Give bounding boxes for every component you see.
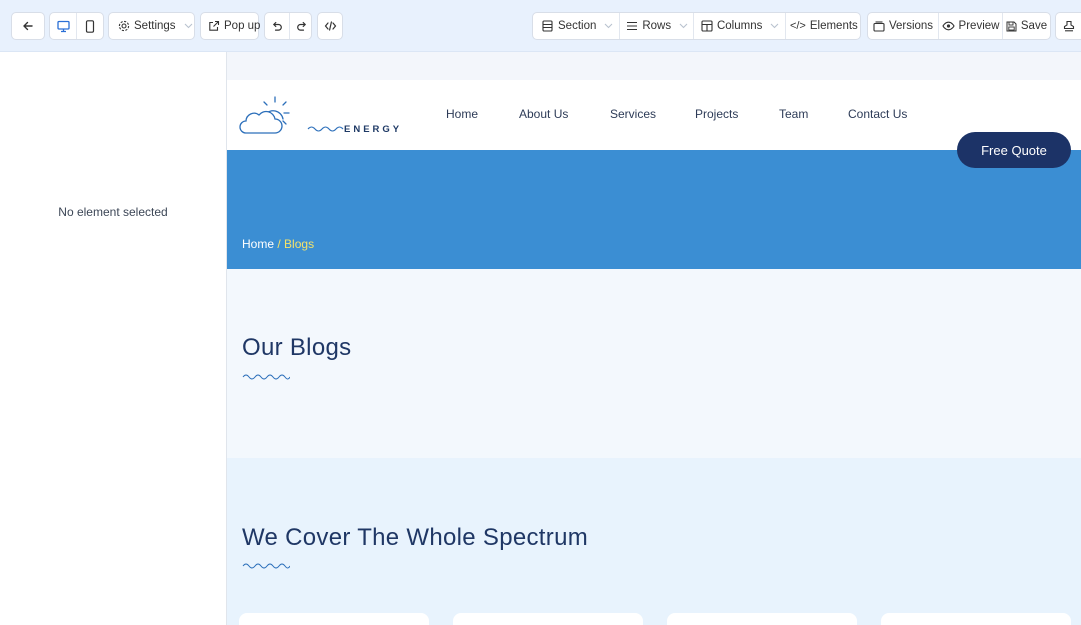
undo-button[interactable] — [265, 13, 289, 39]
mobile-view-button[interactable] — [76, 13, 103, 39]
rows-dropdown[interactable]: Rows — [619, 13, 693, 39]
chevron-down-icon — [184, 23, 193, 29]
preview-button[interactable]: Preview — [938, 13, 1002, 39]
publish-group: Versions Preview Save — [867, 12, 1051, 40]
eye-icon — [941, 20, 955, 33]
elements-label: Elements — [809, 20, 858, 32]
external-link-icon — [207, 20, 220, 33]
save-button[interactable]: Save — [1002, 13, 1050, 39]
section-title: Our Blogs — [242, 334, 352, 361]
service-card[interactable] — [453, 613, 643, 625]
breadcrumb-home[interactable]: Home — [242, 237, 274, 251]
chevron-down-icon — [679, 23, 688, 29]
undo-icon — [271, 20, 283, 33]
desktop-icon — [57, 20, 70, 33]
popup-label: Pop up — [224, 20, 261, 32]
columns-icon — [700, 20, 713, 33]
versions-icon — [873, 20, 885, 33]
gear-icon — [117, 20, 130, 33]
empty-state-text: No element selected — [58, 205, 168, 219]
nav-about-us[interactable]: About Us — [519, 107, 568, 121]
columns-label: Columns — [716, 20, 763, 32]
arrow-left-icon — [22, 20, 35, 33]
desktop-view-button[interactable] — [50, 13, 76, 39]
save-label: Save — [1020, 20, 1048, 32]
versions-label: Versions — [888, 20, 934, 32]
publish-button[interactable] — [1055, 12, 1081, 40]
editor-toolbar: Settings Pop up Section Rows Columns </>… — [0, 0, 1081, 52]
chevron-down-icon — [604, 23, 613, 29]
wave-divider-icon — [242, 563, 290, 569]
code-icon — [324, 20, 337, 33]
structure-group: Section Rows Columns </> Elements — [532, 12, 861, 40]
wave-divider-icon — [242, 374, 290, 380]
breadcrumb-current: Blogs — [284, 237, 315, 251]
code-icon: </> — [789, 20, 806, 32]
nav-projects[interactable]: Projects — [695, 107, 738, 121]
blogs-section[interactable]: Our Blogs — [227, 269, 1081, 458]
free-quote-button[interactable]: Free Quote — [957, 132, 1071, 168]
code-button[interactable] — [317, 12, 343, 40]
chevron-down-icon — [770, 23, 779, 29]
settings-dropdown[interactable]: Settings — [108, 12, 195, 40]
columns-dropdown[interactable]: Columns — [693, 13, 785, 39]
nav-contact-us[interactable]: Contact Us — [848, 107, 907, 121]
stamp-icon — [1063, 20, 1076, 33]
popup-button[interactable]: Pop up — [200, 12, 261, 40]
section-label: Section — [558, 20, 597, 32]
device-switcher — [49, 12, 104, 40]
section-icon — [541, 20, 554, 33]
section-title: We Cover The Whole Spectrum — [242, 524, 589, 551]
history-controls — [264, 12, 312, 40]
breadcrumb: Home / Blogs — [242, 237, 314, 251]
settings-label: Settings — [134, 20, 176, 32]
properties-panel: No element selected — [0, 52, 227, 625]
versions-button[interactable]: Versions — [868, 13, 938, 39]
section-dropdown[interactable]: Section — [533, 13, 619, 39]
sun-cloud-icon — [239, 96, 290, 134]
preview-label: Preview — [958, 20, 1000, 32]
mobile-icon — [84, 19, 97, 33]
nav-team[interactable]: Team — [779, 107, 808, 121]
floppy-icon — [1006, 20, 1017, 33]
nav-home[interactable]: Home — [446, 107, 478, 121]
nav-services[interactable]: Services — [610, 107, 656, 121]
wave-icon — [307, 126, 344, 132]
service-card[interactable] — [667, 613, 857, 625]
service-card[interactable] — [239, 613, 429, 625]
elements-button[interactable]: </> Elements — [785, 13, 861, 39]
rows-label: Rows — [642, 20, 672, 32]
site-header[interactable]: ENERGY Home About Us Services Projects T… — [227, 80, 1081, 150]
page-canvas[interactable]: ENERGY Home About Us Services Projects T… — [227, 52, 1081, 625]
redo-button[interactable] — [289, 13, 313, 39]
breadcrumb-separator: / — [277, 237, 281, 251]
brand-name: ENERGY — [344, 124, 403, 135]
rows-icon — [626, 20, 638, 33]
redo-icon — [296, 20, 308, 33]
page-hero[interactable]: Home / Blogs — [227, 150, 1081, 269]
back-button[interactable] — [11, 12, 45, 40]
spectrum-section[interactable]: We Cover The Whole Spectrum — [227, 458, 1081, 625]
service-card[interactable] — [881, 613, 1071, 625]
